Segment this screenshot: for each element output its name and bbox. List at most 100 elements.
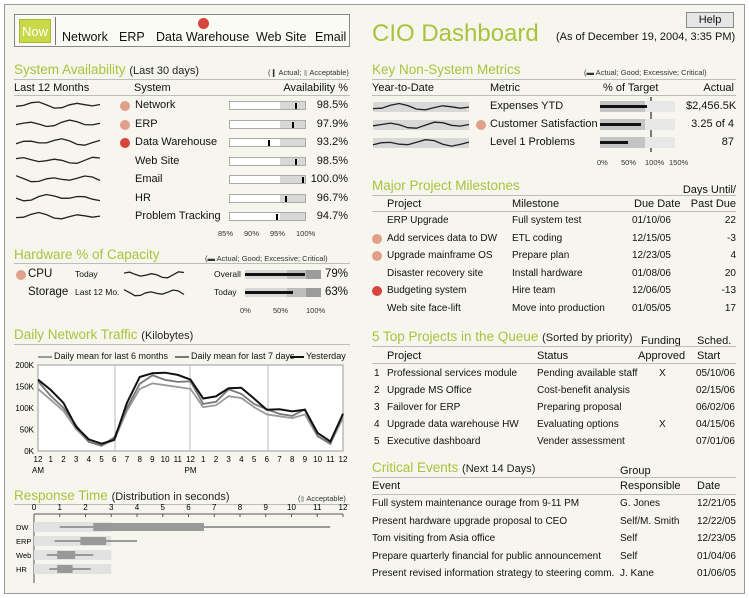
event-date: 12/22/05 <box>697 515 736 527</box>
divider <box>372 494 736 495</box>
axis-tick-label: 150% <box>669 158 689 167</box>
event-date: 01/06/05 <box>697 568 736 579</box>
divider <box>372 211 736 212</box>
col-header-date: Date <box>697 480 721 492</box>
target-bar <box>600 137 675 148</box>
queue-status: Cost-benefit analysis <box>537 385 630 396</box>
col-header-event: Event <box>372 480 401 492</box>
queue-project[interactable]: Upgrade MS Office <box>387 385 472 396</box>
queue-project[interactable]: Failover for ERP <box>387 402 460 413</box>
queue-start-date: 04/15/06 <box>696 419 735 430</box>
queue-rank: 2 <box>374 385 380 396</box>
milestone-due-date: 01/08/06 <box>632 267 671 279</box>
funding-approved-mark: X <box>659 368 666 379</box>
queue-rank: 3 <box>374 402 380 413</box>
metric-value: 3.25 of 4 <box>691 118 734 130</box>
milestone-due-date: 01/05/05 <box>632 302 671 314</box>
milestone-name: Install hardware <box>512 267 583 279</box>
event-name: Present revised information strategy to … <box>372 568 615 579</box>
divider <box>372 477 736 478</box>
milestone-project[interactable]: Add services data to DW <box>387 233 497 244</box>
queue-status: Preparing proposal <box>537 402 622 413</box>
queue-start-date: 06/02/06 <box>696 402 735 413</box>
queue-project[interactable]: Professional services module <box>387 368 517 379</box>
metric-name: Customer Satisfaction <box>490 118 598 130</box>
event-date: 01/04/06 <box>697 550 736 562</box>
divider <box>372 346 736 347</box>
event-group: Self <box>620 533 638 544</box>
col-header-approved: Approved <box>638 350 686 362</box>
col-header-start: Start <box>697 350 721 362</box>
event-group: Self <box>620 550 638 562</box>
queue-rank: 5 <box>374 436 380 447</box>
metric-name: Expenses YTD <box>490 100 564 112</box>
section-title-text: Critical Events <box>372 460 459 475</box>
milestone-project[interactable]: Disaster recovery site <box>387 268 483 279</box>
queue-project[interactable]: Upgrade data warehouse HW <box>387 419 519 430</box>
event-name: Prepare quarterly financial for public a… <box>372 550 602 562</box>
queue-status: Vender assessment <box>537 436 625 447</box>
queue-title: 5 Top Projects in the Queue (Sorted by p… <box>372 329 633 344</box>
actual-bar <box>600 105 647 108</box>
warning-status-icon <box>476 120 486 130</box>
metric-value: 87 <box>721 136 734 148</box>
divider <box>372 195 736 196</box>
col-header-status: Status <box>537 350 569 362</box>
target-bar <box>600 119 675 130</box>
milestone-project[interactable]: Upgrade mainframe OS <box>387 250 493 261</box>
critical-status-icon <box>372 286 382 296</box>
axis-tick-label: 100% <box>645 158 665 167</box>
actual-bar <box>600 123 641 126</box>
event-group: Self/M. Smith <box>620 515 680 527</box>
milestone-project[interactable]: ERP Upgrade <box>387 215 449 226</box>
queue-status: Pending available staff <box>537 368 638 379</box>
section-subtitle: (Sorted by priority) <box>542 332 633 344</box>
milestone-project[interactable]: Web site face-lift <box>387 303 461 314</box>
col-header-project: Project <box>387 198 422 210</box>
milestone-days: 4 <box>730 250 736 261</box>
milestone-due-date: 12/23/05 <box>632 250 671 261</box>
queue-project[interactable]: Executive dashboard <box>387 436 480 447</box>
section-title-text: 5 Top Projects in the Queue <box>372 329 539 344</box>
milestone-days: 22 <box>724 215 736 226</box>
milestone-days: 20 <box>724 267 736 279</box>
event-name: Full system maintenance ourage from 9-11… <box>372 498 580 509</box>
milestone-due-date: 01/10/06 <box>632 215 671 226</box>
target-bar <box>600 101 675 112</box>
milestone-name: Prepare plan <box>512 250 570 261</box>
queue-start-date: 07/01/06 <box>696 436 735 447</box>
metric-name: Level 1 Problems <box>490 136 575 148</box>
milestones-title: Major Project Milestones <box>372 178 520 193</box>
milestone-name: Hire team <box>512 285 556 296</box>
col-header-responsible: Responsible <box>620 480 681 492</box>
milestone-name: Move into production <box>512 302 605 314</box>
milestone-days: 17 <box>724 302 736 314</box>
event-date: 12/21/05 <box>697 498 736 509</box>
section-subtitle: (Next 14 Days) <box>462 463 536 475</box>
milestone-due-date: 12/15/05 <box>632 232 671 244</box>
milestone-name: Full system test <box>512 215 582 226</box>
event-name: Present hardware upgrade proposal to CEO <box>372 515 568 527</box>
funding-approved-mark: X <box>659 419 666 430</box>
milestone-project[interactable]: Budgeting system <box>387 285 467 296</box>
queue-start-date: 02/15/06 <box>696 385 735 396</box>
milestone-days: -3 <box>727 232 736 244</box>
axis-tick-label: 50% <box>621 158 637 167</box>
milestone-name: ETL coding <box>512 232 563 244</box>
queue-start-date: 05/10/06 <box>696 368 735 379</box>
col-header-project: Project <box>387 350 422 362</box>
queue-status: Evaluating options <box>537 419 619 430</box>
col-header-past-due: Past Due <box>690 198 736 210</box>
warning-status-icon <box>372 251 382 261</box>
col-header-group: Group <box>620 465 651 477</box>
event-name: Tom visiting from Asia office <box>372 533 496 544</box>
event-date: 12/23/05 <box>697 533 736 544</box>
warning-status-icon <box>372 233 382 244</box>
divider <box>372 363 736 364</box>
queue-rank: 4 <box>374 419 380 430</box>
event-group: G. Jones <box>620 498 661 509</box>
metric-value: $2,456.5K <box>686 100 737 112</box>
queue-rank: 1 <box>374 368 380 379</box>
milestone-due-date: 12/06/05 <box>632 285 671 296</box>
col-header-milestone: Milestone <box>512 198 560 210</box>
